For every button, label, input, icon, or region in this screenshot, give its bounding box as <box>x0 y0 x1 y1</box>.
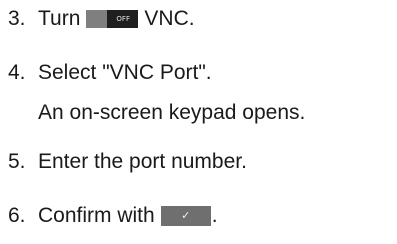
step-text: Turn OFF VNC. <box>38 6 195 32</box>
step-text-after: . <box>211 204 218 227</box>
toggle-knob <box>86 10 108 28</box>
checkmark-button-icon: ✓ <box>160 206 211 226</box>
step-text: Select "VNC Port". <box>38 61 212 84</box>
checkmark-icon: ✓ <box>181 209 191 222</box>
toggle-off-label: OFF <box>116 15 130 23</box>
step-text: Enter the port number. <box>38 150 247 173</box>
step-number: 6. <box>8 204 26 227</box>
step-number: 4. <box>8 61 26 84</box>
step-number: 3. <box>8 7 26 30</box>
off-toggle-icon: OFF <box>86 10 139 28</box>
step-text-before: Turn <box>38 7 81 30</box>
step-text-before: Confirm with <box>38 204 155 227</box>
step-result-text: An on-screen keypad opens. <box>38 101 306 124</box>
step-text: Confirm with ✓ . <box>38 203 218 229</box>
step-number: 5. <box>8 150 26 173</box>
step-text-after: VNC. <box>144 7 195 30</box>
